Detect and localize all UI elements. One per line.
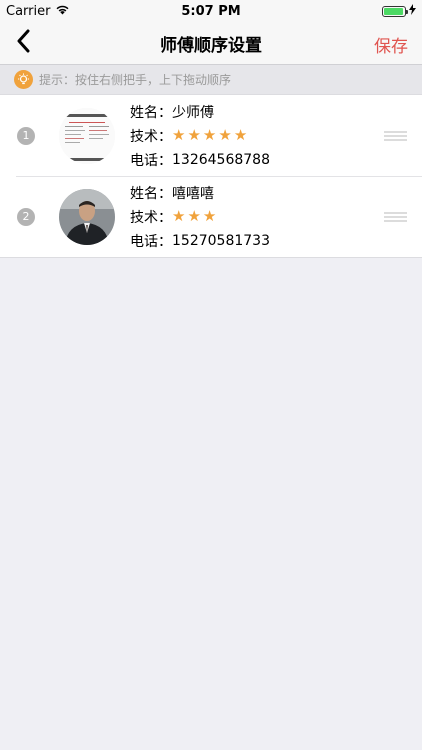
charging-icon bbox=[409, 3, 416, 19]
star-rating: ★ ★ ★ ★ ★ bbox=[172, 128, 247, 143]
back-button[interactable] bbox=[8, 28, 38, 58]
skill-line: 技术： ★ ★ ★ ★ ★ bbox=[130, 126, 270, 145]
chevron-left-icon bbox=[16, 29, 30, 57]
list-item[interactable]: 2 姓名： 嘻嘻嘻 技术： ★ ★ ★ 电话： 15270581733 bbox=[0, 176, 422, 257]
name-line: 姓名： 少师傅 bbox=[130, 102, 270, 121]
name-label: 姓名： bbox=[130, 185, 172, 202]
star-rating: ★ ★ ★ bbox=[172, 209, 216, 224]
name-value: 嘻嘻嘻 bbox=[172, 185, 214, 202]
star-icon: ★ bbox=[172, 207, 186, 225]
phone-value: 13264568788 bbox=[172, 151, 270, 168]
name-line: 姓名： 嘻嘻嘻 bbox=[130, 183, 270, 202]
battery-icon bbox=[382, 5, 408, 17]
tip-text: 提示：按住右侧把手，上下拖动顺序 bbox=[39, 73, 232, 87]
row-index-badge: 2 bbox=[17, 207, 35, 226]
wifi-icon bbox=[55, 4, 70, 19]
technician-info: 姓名： 少师傅 技术： ★ ★ ★ ★ ★ 电话： 13264568788 bbox=[130, 102, 270, 169]
status-bar: Carrier 5:07 PM bbox=[0, 0, 422, 22]
star-icon: ★ bbox=[202, 126, 217, 144]
status-right bbox=[382, 3, 416, 19]
star-icon: ★ bbox=[202, 207, 217, 225]
star-icon: ★ bbox=[233, 126, 248, 144]
battery-fill bbox=[384, 7, 403, 15]
lightbulb-icon bbox=[14, 70, 33, 89]
carrier-label: Carrier bbox=[6, 3, 51, 19]
star-icon: ★ bbox=[187, 207, 201, 225]
phone-value: 15270581733 bbox=[172, 232, 270, 249]
avatar bbox=[59, 107, 115, 164]
phone-label: 电话： bbox=[130, 233, 172, 250]
document-thumbnail-image bbox=[59, 107, 115, 164]
technician-info: 姓名： 嘻嘻嘻 技术： ★ ★ ★ 电话： 15270581733 bbox=[130, 183, 270, 250]
phone-label: 电话： bbox=[130, 152, 172, 169]
page-title: 师傅顺序设置 bbox=[160, 35, 262, 56]
name-label: 姓名： bbox=[130, 104, 172, 121]
drag-handle-icon[interactable] bbox=[384, 212, 407, 221]
row-index-badge: 1 bbox=[17, 126, 35, 145]
drag-handle-icon[interactable] bbox=[384, 131, 407, 140]
star-icon: ★ bbox=[218, 126, 232, 144]
status-left: Carrier bbox=[6, 4, 70, 19]
star-icon: ★ bbox=[172, 126, 186, 144]
star-icon: ★ bbox=[187, 126, 201, 144]
name-value: 少师傅 bbox=[172, 104, 214, 121]
skill-label: 技术： bbox=[130, 128, 172, 145]
technician-list: 1 姓名： 少师傅 技术： ★ ★ ★ ★ ★ 电话： 13264568788 … bbox=[0, 95, 422, 258]
man-in-suit-photo bbox=[59, 188, 115, 245]
phone-line: 电话： 15270581733 bbox=[130, 231, 270, 250]
phone-line: 电话： 13264568788 bbox=[130, 150, 270, 169]
skill-line: 技术： ★ ★ ★ bbox=[130, 207, 270, 226]
list-item[interactable]: 1 姓名： 少师傅 技术： ★ ★ ★ ★ ★ 电话： 13264568788 bbox=[0, 95, 422, 176]
tip-bar: 提示：按住右侧把手，上下拖动顺序 bbox=[0, 65, 422, 95]
nav-bar: 师傅顺序设置 保存 bbox=[0, 22, 422, 65]
skill-label: 技术： bbox=[130, 209, 172, 226]
save-button[interactable]: 保存 bbox=[374, 32, 408, 57]
avatar bbox=[59, 188, 115, 245]
